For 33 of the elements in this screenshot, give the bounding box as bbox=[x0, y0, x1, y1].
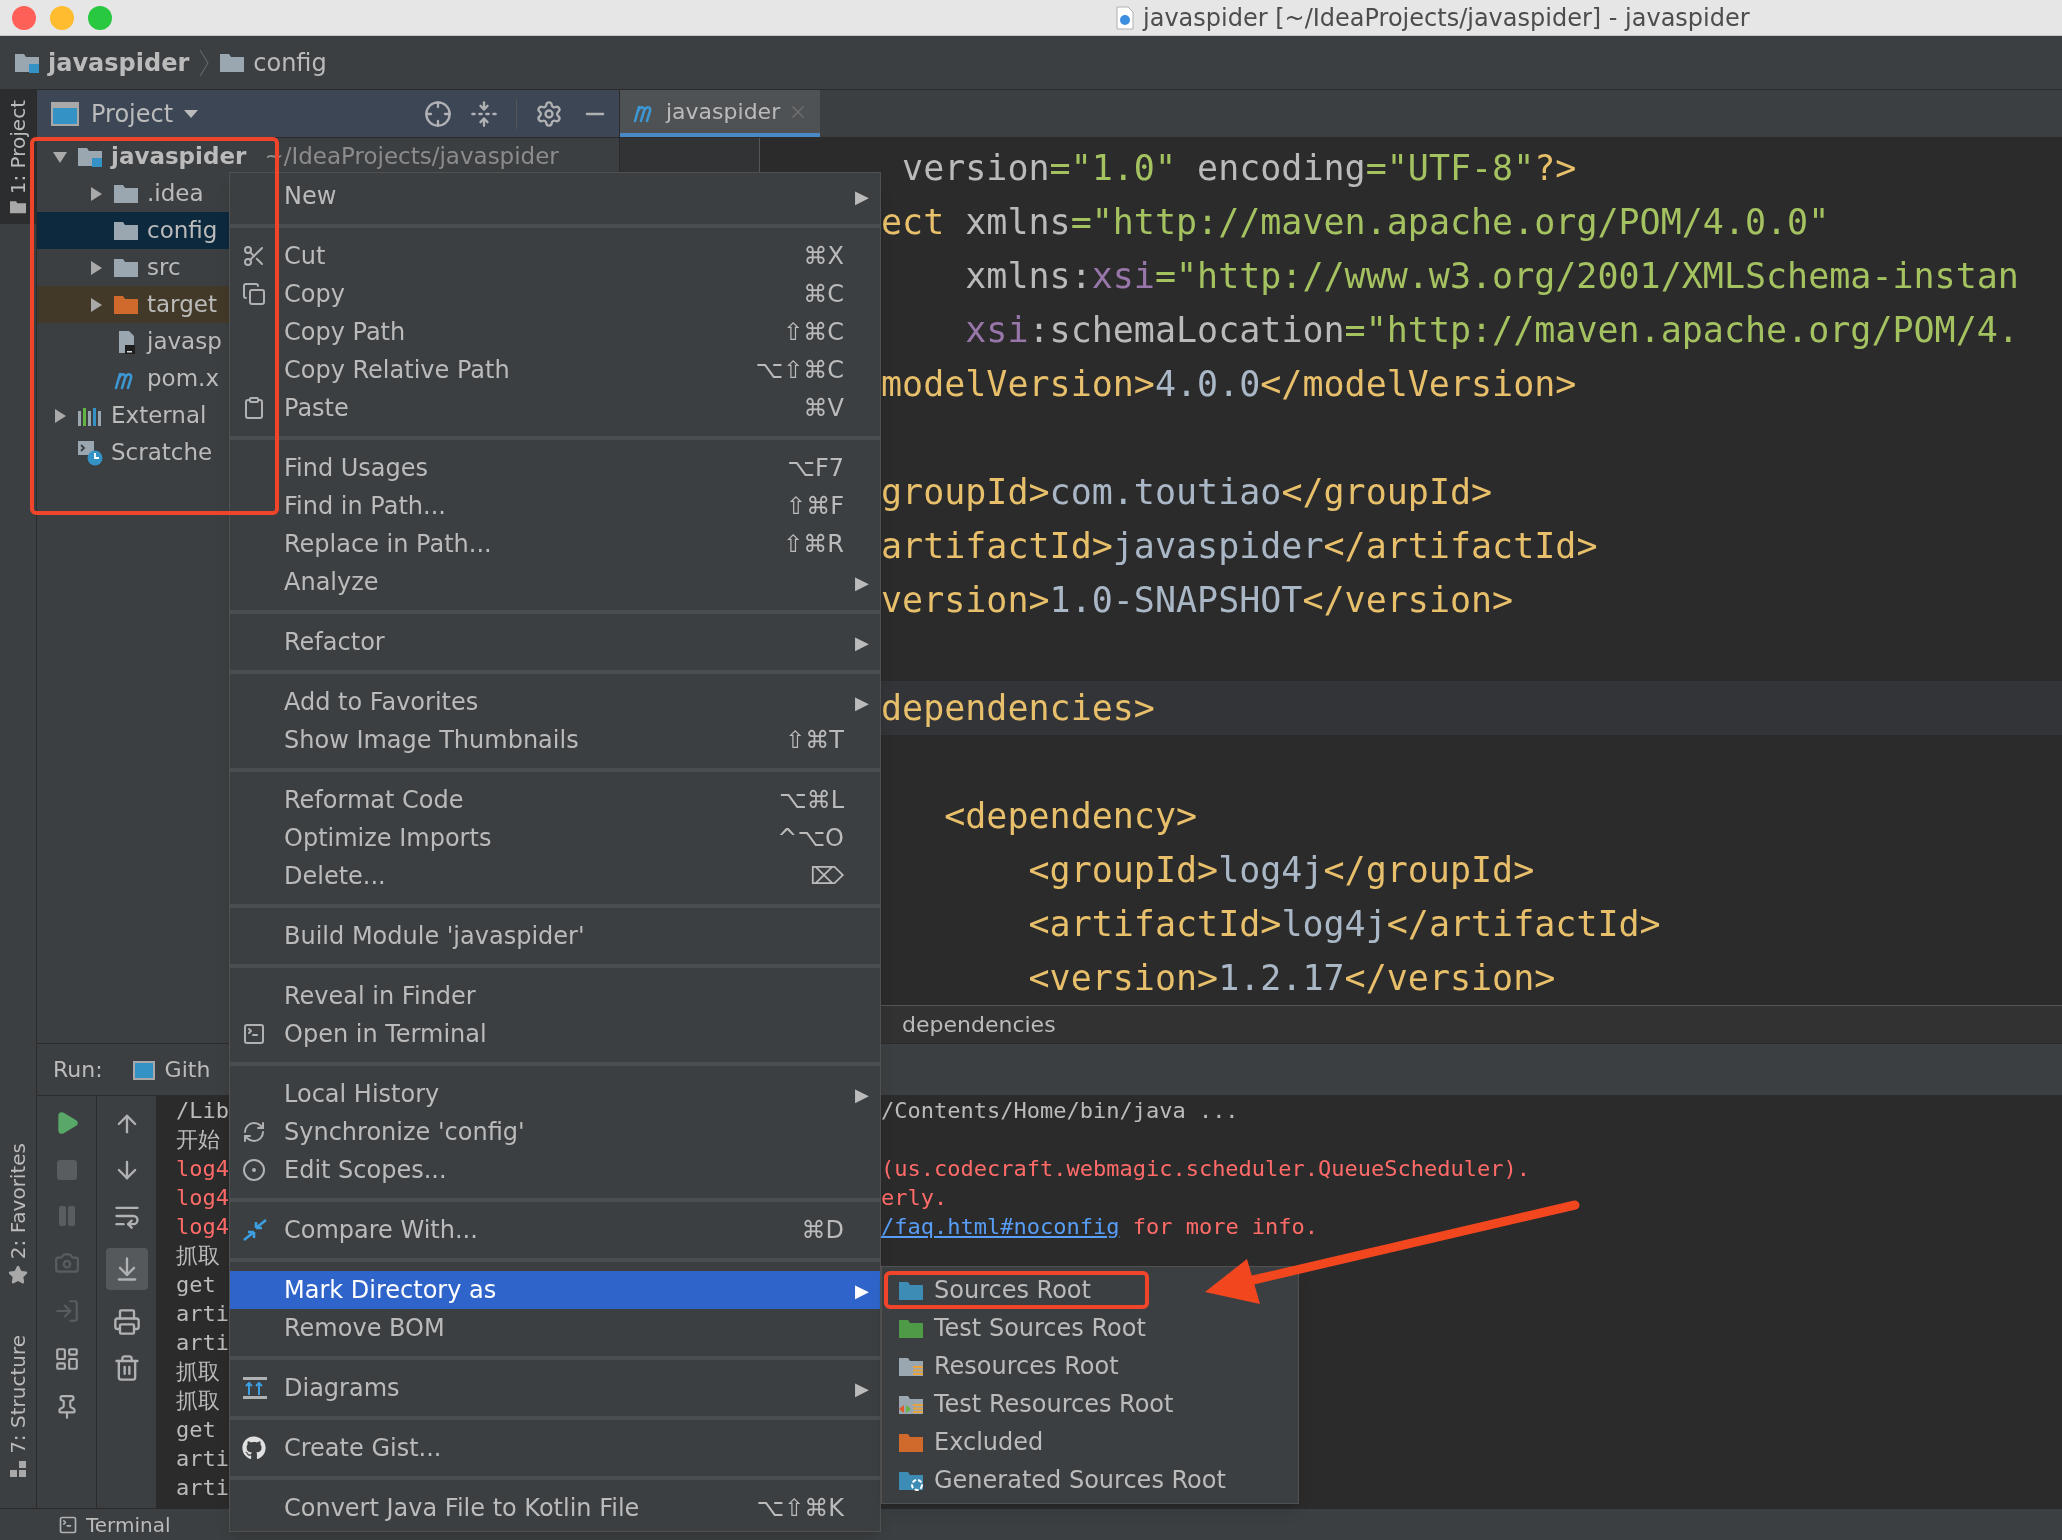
console-line: arti bbox=[176, 1446, 229, 1471]
code-line: groupId>com.toutiao</groupId> bbox=[881, 470, 1493, 514]
console-line: log4 bbox=[176, 1185, 229, 1210]
code-line: <version>1.2.17</version> bbox=[1027, 956, 1556, 1000]
console-line: erly. bbox=[881, 1184, 948, 1212]
code-line: version>1.0-SNAPSHOT</version> bbox=[881, 578, 1514, 622]
console-line: (us.codecraft.webmagic.scheduler.QueueScheduler). bbox=[881, 1155, 1530, 1183]
code-line: ect xmlns="http://maven.apache.org/POM/4.0.0" bbox=[881, 200, 1830, 244]
code-line: xsi:schemaLocation="http://maven.apache.org/POM/4. bbox=[964, 308, 2019, 352]
code-line: modelVersion>4.0.0</modelVersion> bbox=[881, 362, 1577, 406]
console-line: 抓取 bbox=[176, 1388, 220, 1413]
console-line: for more info. bbox=[1131, 1213, 1319, 1241]
console-line: arti bbox=[176, 1475, 229, 1500]
code-line: <groupId>log4j</groupId> bbox=[1027, 848, 1535, 892]
console-line: /Contents/Home/bin/java ... bbox=[881, 1097, 1239, 1125]
code-line: version="1.0" encoding="UTF-8"?> bbox=[901, 146, 1577, 190]
console-line: get bbox=[176, 1272, 216, 1297]
code-line: <artifactId>log4j</artifactId> bbox=[1027, 902, 1661, 946]
console-line: arti bbox=[176, 1301, 229, 1326]
code-line: dependencies> bbox=[881, 686, 1155, 730]
console-line: get bbox=[176, 1417, 216, 1442]
window-title: javaspider [~/IdeaProjects/javaspider] - javaspider bbox=[1143, 2, 1750, 34]
code-line: xmlns:xsi="http://www.w3.org/2001/XMLSchema-instan bbox=[964, 254, 2019, 298]
console-line: log4 bbox=[176, 1156, 229, 1181]
console-line: 抓取 bbox=[176, 1359, 220, 1384]
console-line: 开始 bbox=[176, 1127, 220, 1152]
console-line: /Lib bbox=[176, 1098, 229, 1123]
console-line: arti bbox=[176, 1330, 229, 1355]
panel-title: Run: bbox=[53, 1056, 103, 1084]
code-line: artifactId>javaspider</artifactId> bbox=[881, 524, 1598, 568]
console-line: log4 bbox=[176, 1214, 229, 1239]
code-line: <dependency> bbox=[943, 794, 1198, 838]
console-line: 抓取 bbox=[176, 1243, 220, 1268]
